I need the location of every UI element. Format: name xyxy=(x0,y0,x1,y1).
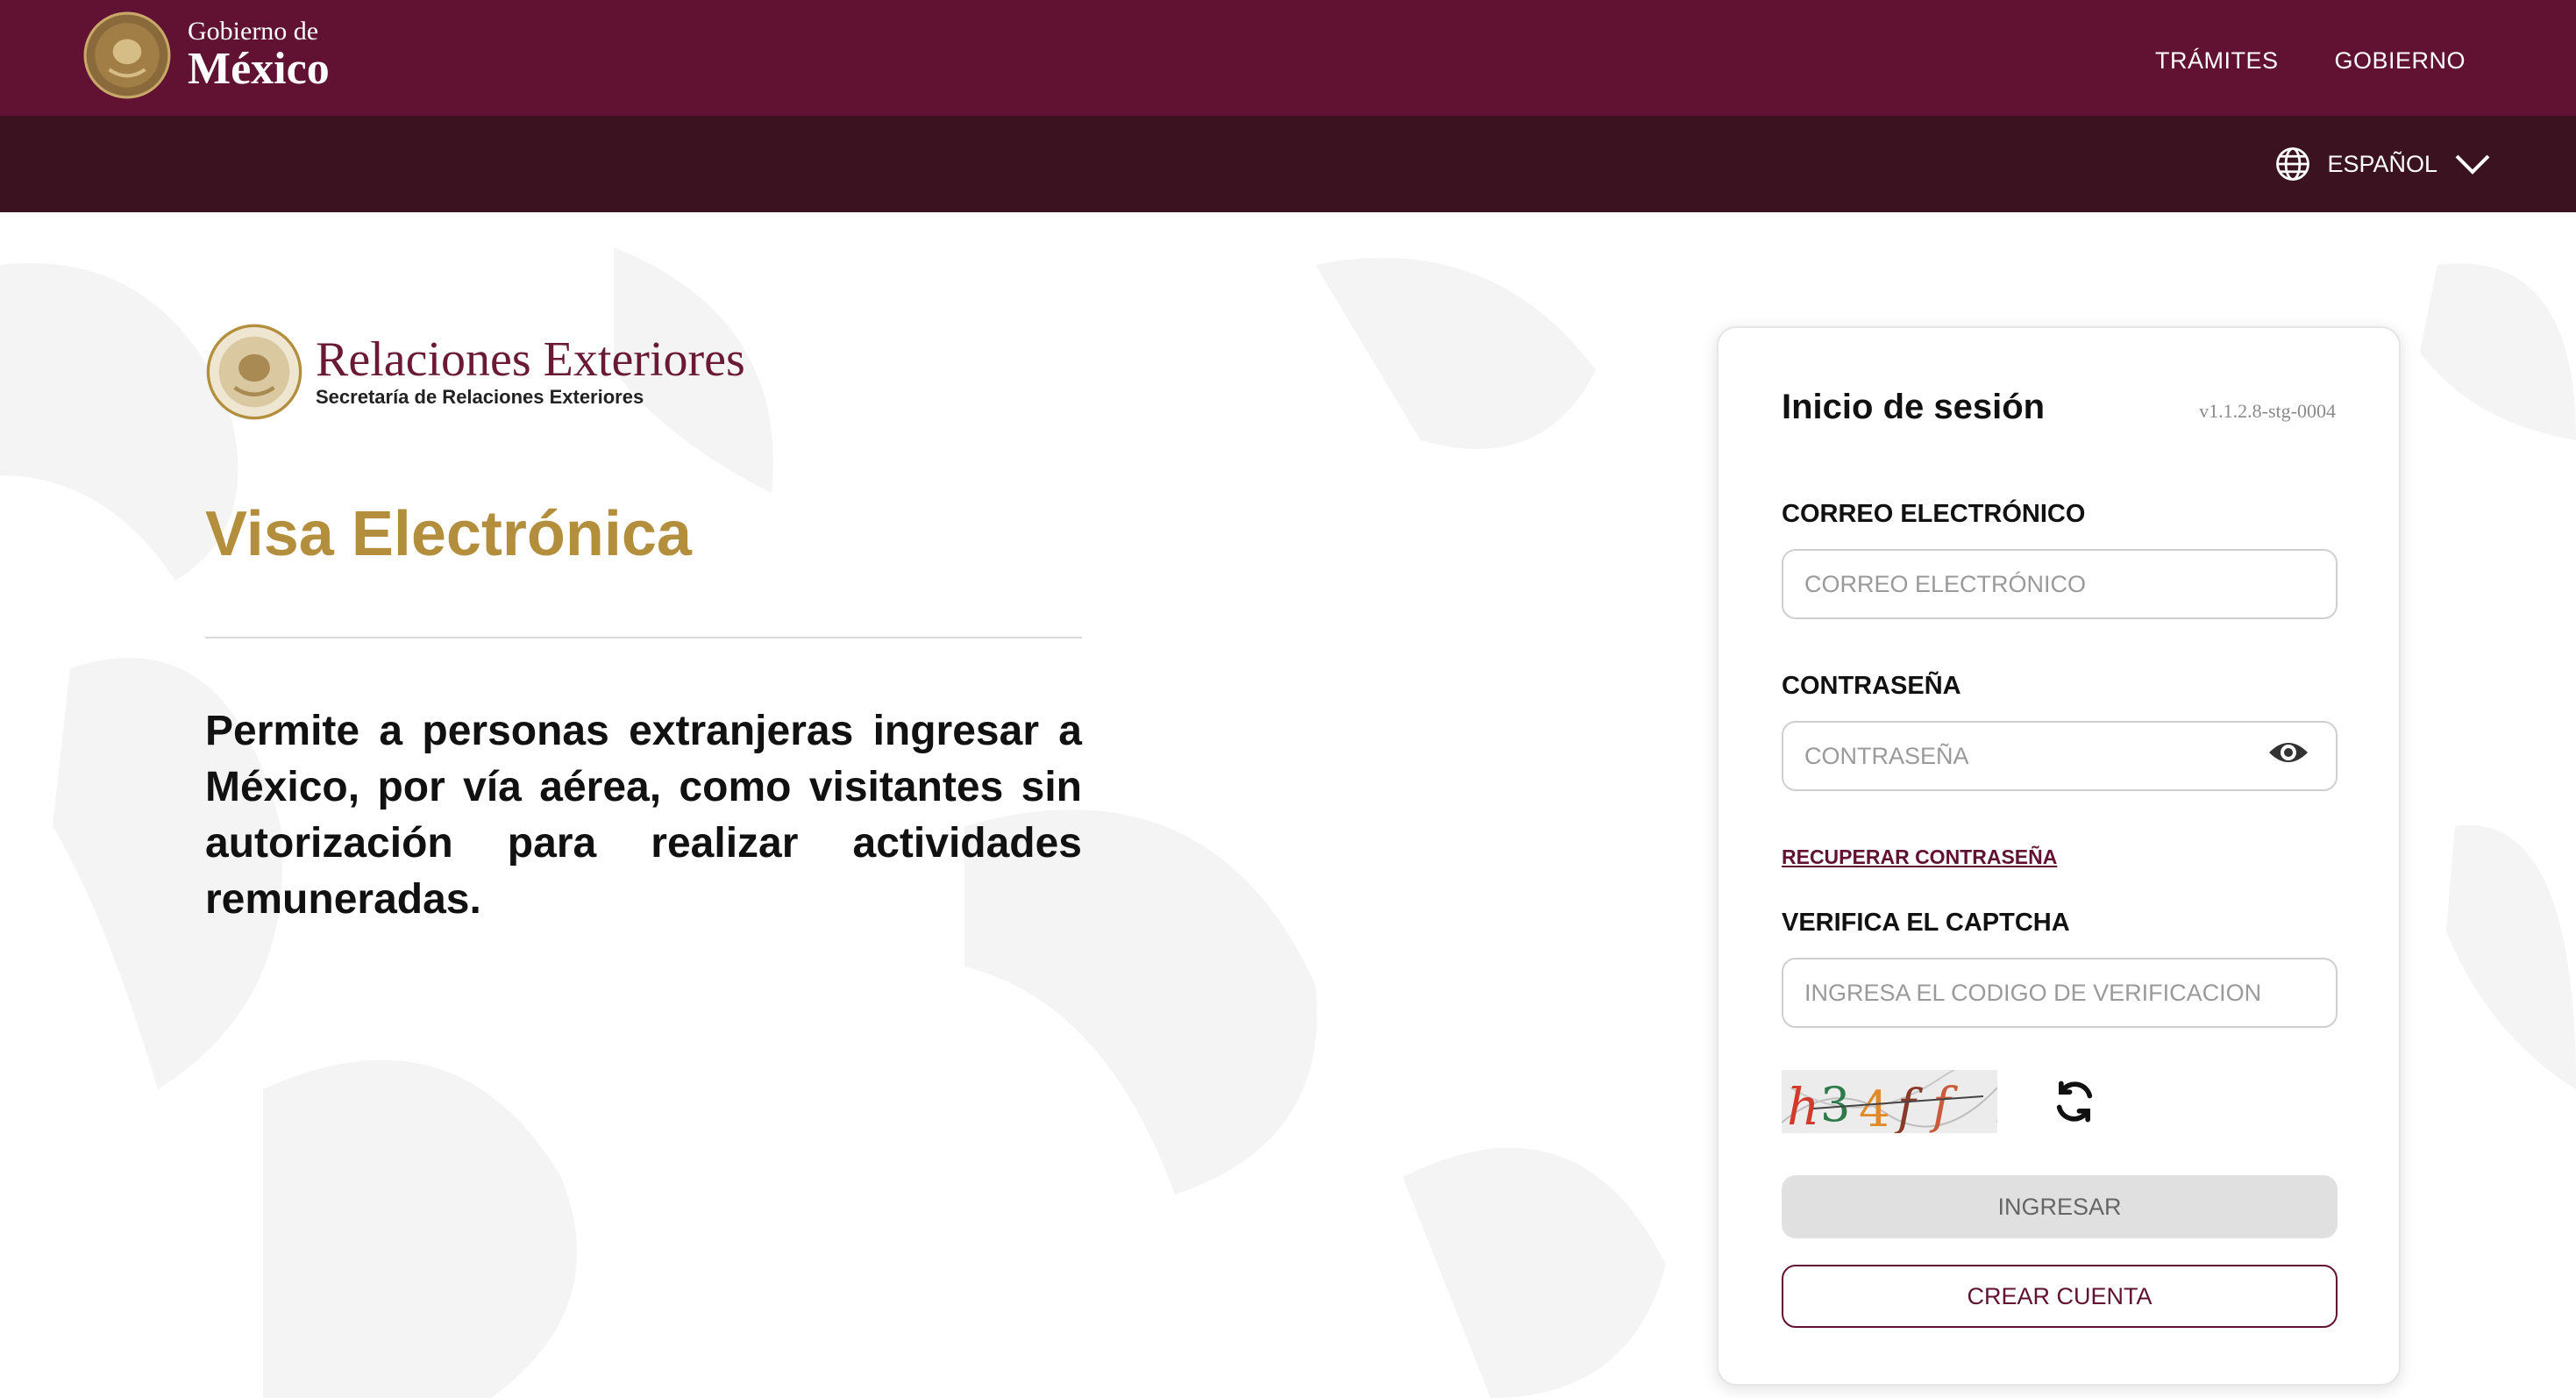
logo-line1: Gobierno de xyxy=(188,17,319,46)
main-nav: TRÁMITES GOBIERNO xyxy=(2155,47,2466,75)
captcha-image: h 3 4 f f xyxy=(1782,1070,1997,1133)
version-label: v1.1.2.8-stg-0004 xyxy=(2199,400,2336,422)
email-label: CORREO ELECTRÓNICO xyxy=(1782,500,2086,528)
sre-logo: Relaciones Exteriores Secretaría de Rela… xyxy=(205,323,745,421)
email-field[interactable] xyxy=(1782,549,2338,619)
sre-name: Relaciones Exteriores xyxy=(316,332,745,387)
password-label: CONTRASEÑA xyxy=(1782,672,1961,700)
sub-header xyxy=(0,116,2576,212)
globe-icon xyxy=(2276,147,2310,181)
create-account-button[interactable]: CREAR CUENTA xyxy=(1782,1265,2338,1328)
gobierno-logo[interactable]: Gobierno de México xyxy=(82,11,330,100)
language-label: ESPAÑOL xyxy=(2327,150,2437,177)
svg-text:h: h xyxy=(1787,1077,1819,1133)
eye-icon[interactable] xyxy=(2267,737,2309,768)
sre-subtitle: Secretaría de Relaciones Exteriores xyxy=(316,386,644,408)
seal-icon xyxy=(83,11,171,99)
svg-text:4: 4 xyxy=(1859,1081,1890,1133)
nav-gobierno[interactable]: GOBIERNO xyxy=(2334,47,2466,75)
password-field[interactable] xyxy=(1782,721,2338,791)
top-header: Gobierno de México TRÁMITES GOBIERNO xyxy=(0,0,2576,116)
login-title: Inicio de sesión xyxy=(1782,388,2046,426)
logo-line2: México xyxy=(188,44,330,94)
nav-tramites[interactable]: TRÁMITES xyxy=(2155,47,2279,75)
refresh-icon[interactable] xyxy=(2052,1079,2097,1124)
seal-icon xyxy=(206,324,302,420)
page-title: Visa Electrónica xyxy=(205,499,692,569)
svg-text:3: 3 xyxy=(1820,1077,1850,1132)
captcha-label: VERIFICA EL CAPTCHA xyxy=(1782,909,2070,937)
chevron-down-icon xyxy=(2455,154,2490,175)
login-card: Inicio de sesión v1.1.2.8-stg-0004 CORRE… xyxy=(1717,326,2401,1386)
page-description: Permite a personas extranjeras ingresar … xyxy=(205,708,1082,923)
submit-button[interactable]: INGRESAR xyxy=(1782,1175,2338,1238)
divider xyxy=(205,637,1082,638)
captcha-input[interactable] xyxy=(1782,958,2338,1028)
language-selector[interactable]: ESPAÑOL xyxy=(2274,146,2492,182)
recover-password-link[interactable]: RECUPERAR CONTRASEÑA xyxy=(1782,845,2057,869)
